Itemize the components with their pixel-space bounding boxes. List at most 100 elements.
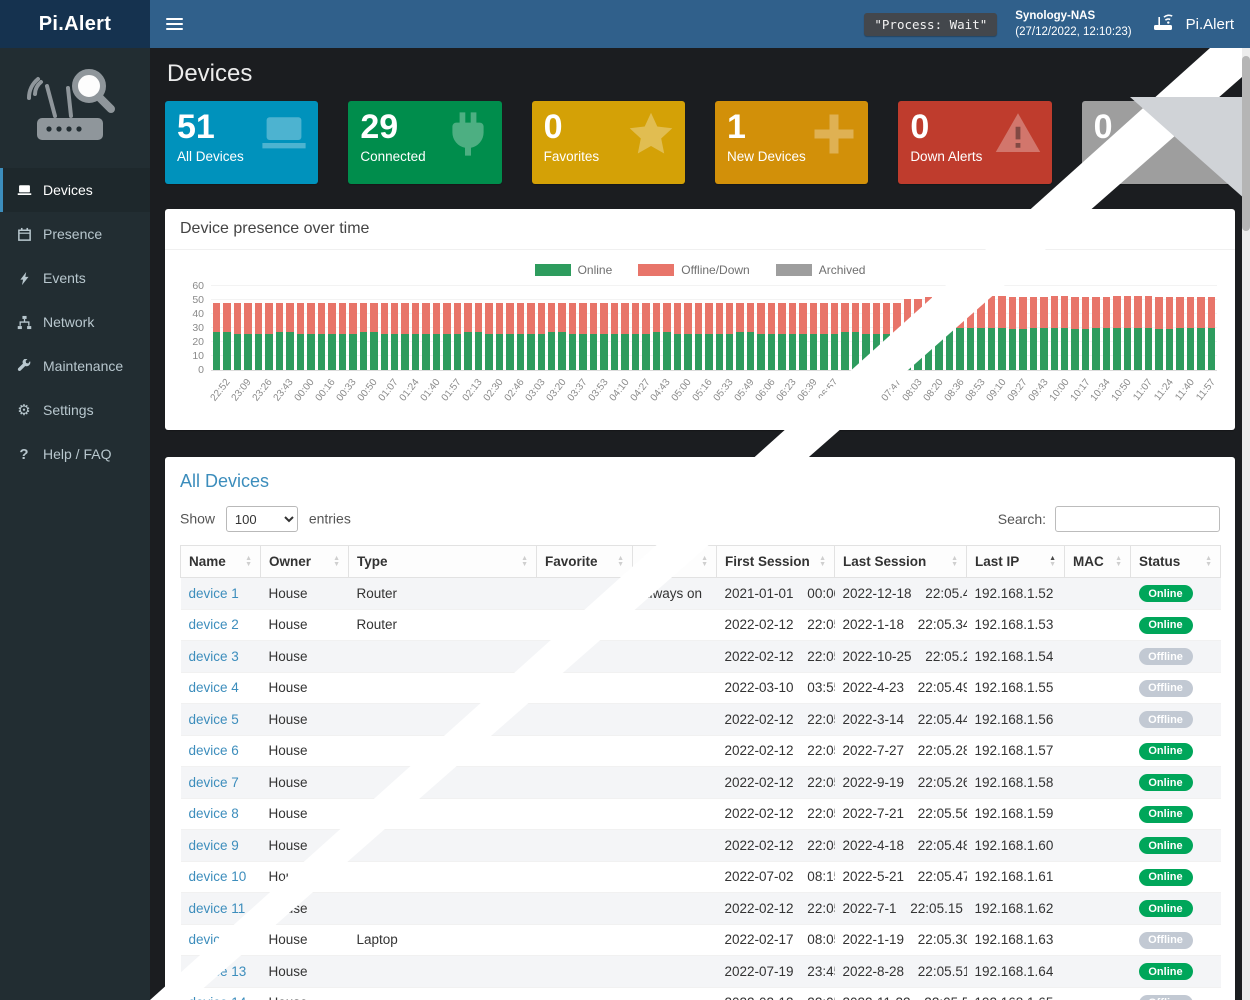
device-link[interactable]: device 3 — [189, 649, 239, 664]
sort-icon: ▲▼ — [951, 556, 958, 568]
hamburger-menu-icon[interactable] — [150, 0, 198, 48]
cell-last-ip: 192.168.1.56 — [967, 704, 1065, 736]
cell-last-session: 2022-11-22 22:05.54 — [835, 987, 967, 1000]
summary-card-favorites[interactable]: 0Favorites — [532, 101, 685, 184]
x-tick-label: 23:09 — [230, 377, 254, 403]
device-link[interactable]: device 12 — [189, 932, 247, 947]
sort-icon: ▲▼ — [1205, 556, 1212, 568]
search-input[interactable] — [1055, 506, 1220, 532]
chart-bar — [935, 287, 942, 370]
legend-label: Offline/Down — [681, 263, 749, 277]
column-header-owner[interactable]: Owner▲▼ — [261, 546, 349, 578]
sidebar-item-presence[interactable]: Presence — [0, 212, 150, 256]
cell-name: device 3 — [181, 641, 261, 673]
sidebar-item-settings[interactable]: ⚙Settings — [0, 388, 150, 432]
device-link[interactable]: device 5 — [189, 712, 239, 727]
device-link[interactable]: device 7 — [189, 775, 239, 790]
cell-favorite — [537, 767, 633, 799]
cell-mac — [1065, 987, 1131, 1000]
chart-bar — [799, 287, 806, 370]
sidebar-item-maintenance[interactable]: Maintenance — [0, 344, 150, 388]
legend-swatch — [638, 264, 674, 276]
column-header-last-session[interactable]: Last Session▲▼ — [835, 546, 967, 578]
entries-select[interactable]: 100 — [226, 506, 298, 532]
chart-bar — [1176, 287, 1183, 370]
device-link[interactable]: device 11 — [189, 901, 246, 916]
sidebar-item-label: Help / FAQ — [43, 446, 111, 462]
cell-mac — [1065, 893, 1131, 925]
summary-card-archived[interactable]: 0Archived — [1082, 101, 1235, 184]
device-link[interactable]: device 6 — [189, 743, 239, 758]
cell-owner: House — [261, 798, 349, 830]
cell-last-ip: 192.168.1.62 — [967, 893, 1065, 925]
cell-favorite — [537, 956, 633, 988]
device-link[interactable]: device 1 — [189, 586, 239, 601]
chart-bar — [726, 287, 733, 370]
show-label: Show — [180, 511, 215, 527]
chart-bar — [810, 287, 817, 370]
column-header-mac[interactable]: MAC▲▼ — [1065, 546, 1131, 578]
page-title: Devices — [165, 48, 1235, 101]
device-link[interactable]: device 10 — [189, 869, 247, 884]
chart-bar — [831, 287, 838, 370]
chart-bar — [621, 287, 628, 370]
sidebar-item-events[interactable]: Events — [0, 256, 150, 300]
device-link[interactable]: device 4 — [189, 680, 239, 695]
sidebar-item-network[interactable]: Network — [0, 300, 150, 344]
cell-last-session: 2022-10-25 22:05.23 — [835, 641, 967, 673]
scrollbar-thumb[interactable] — [1242, 56, 1250, 231]
cell-last-ip: 192.168.1.58 — [967, 767, 1065, 799]
device-link[interactable]: device 13 — [189, 964, 247, 979]
column-header-type[interactable]: Type▲▼ — [349, 546, 537, 578]
summary-card-new-devices[interactable]: 1New Devices — [715, 101, 868, 184]
chart-bar — [883, 287, 890, 370]
chart-bar — [1134, 287, 1141, 370]
column-header-favorite[interactable]: Favorite▲▼ — [537, 546, 633, 578]
chart-bar — [663, 287, 670, 370]
chart-bar — [611, 287, 618, 370]
column-header-status[interactable]: Status▲▼ — [1131, 546, 1221, 578]
cell-name: device 5 — [181, 704, 261, 736]
chart-bar — [558, 287, 565, 370]
column-header-first-session[interactable]: First Session▲▼ — [717, 546, 835, 578]
table-row: device 13House2022-07-19 23:452022-8-28 … — [181, 956, 1221, 988]
chart-bar — [422, 287, 429, 370]
column-header-name[interactable]: Name▲▼ — [181, 546, 261, 578]
x-tick-label: 01:24 — [398, 377, 422, 403]
chart-bar — [1030, 287, 1037, 370]
chart-bar — [1040, 287, 1047, 370]
cell-last-ip: 192.168.1.55 — [967, 672, 1065, 704]
cell-group: Always on — [633, 578, 717, 610]
device-link[interactable]: device 14 — [189, 995, 247, 1000]
y-tick-label: 30 — [192, 322, 204, 334]
status-badge: Online — [1139, 963, 1193, 980]
cell-type — [349, 704, 537, 736]
column-header-last-ip[interactable]: Last IP▲▼ — [967, 546, 1065, 578]
navbar-brand-right: Pi.Alert — [1150, 11, 1234, 37]
search-label: Search: — [998, 511, 1046, 527]
cell-last-session: 2022-7-27 22:05.28 — [835, 735, 967, 767]
cell-last-session: 2022-7-21 22:05.56 — [835, 798, 967, 830]
x-tick-label: 04:43 — [649, 377, 673, 403]
legend-item-archived: Archived — [776, 263, 866, 277]
summary-card-down-alerts[interactable]: 0Down Alerts — [898, 101, 1051, 184]
sidebar-item-help-faq[interactable]: ?Help / FAQ — [0, 432, 150, 476]
y-tick-label: 0 — [198, 364, 204, 376]
device-link[interactable]: device 2 — [189, 617, 239, 632]
device-link[interactable]: device 9 — [189, 838, 239, 853]
app-logo[interactable]: Pi.Alert — [0, 0, 150, 48]
summary-card-connected[interactable]: 29Connected — [348, 101, 501, 184]
summary-card-all-devices[interactable]: 51All Devices — [165, 101, 318, 184]
chart-bar — [1019, 287, 1026, 370]
chart-bar — [485, 287, 492, 370]
cell-status: Online — [1131, 830, 1221, 862]
cell-favorite — [537, 641, 633, 673]
column-header-group[interactable]: Group▲▼ — [633, 546, 717, 578]
status-badge: Online — [1139, 900, 1193, 917]
table-row: device 11House2022-02-12 22:052022-7-1 2… — [181, 893, 1221, 925]
device-link[interactable]: device 8 — [189, 806, 239, 821]
sidebar-item-devices[interactable]: Devices — [0, 168, 150, 212]
x-tick-label: 06:23 — [775, 377, 799, 403]
cell-first-session: 2021-01-01 00:00 — [717, 578, 835, 610]
cell-status: Online — [1131, 893, 1221, 925]
